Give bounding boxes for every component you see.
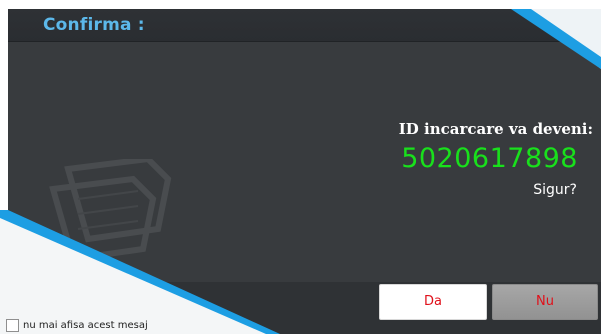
dialog-title: Confirma : <box>43 15 145 35</box>
corner-accent <box>511 9 601 69</box>
new-upload-id: 5020617898 <box>401 143 578 174</box>
no-button[interactable]: Nu <box>492 284 598 320</box>
message-title: ID incarcare va deveni: <box>398 120 593 138</box>
confirm-question: Sigur? <box>533 182 577 198</box>
yes-button[interactable]: Da <box>379 284 487 320</box>
diagonal-accent <box>0 210 280 334</box>
dont-show-again-label: nu mai afisa acest mesaj <box>23 320 148 331</box>
dont-show-again-checkbox[interactable] <box>6 319 19 332</box>
